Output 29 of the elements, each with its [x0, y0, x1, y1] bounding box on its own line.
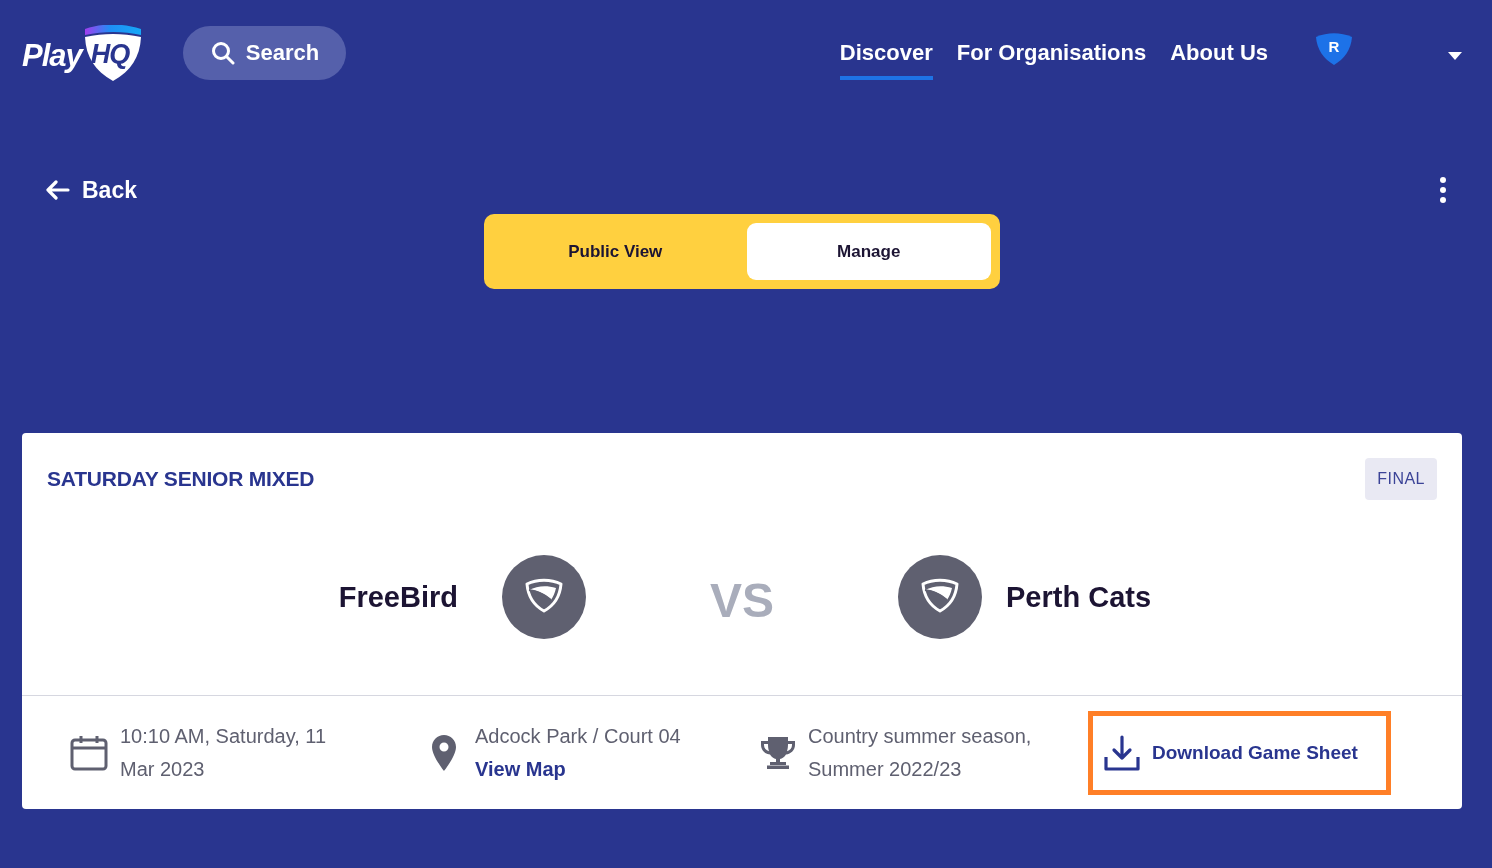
- season-text: Country summer season, Summer 2022/23: [808, 723, 1033, 782]
- nav-link[interactable]: About Us: [1170, 39, 1268, 80]
- calendar-icon: [70, 734, 108, 771]
- view-toggle-option[interactable]: Manage: [746, 223, 991, 280]
- venue-text: Adcock Park / Court 04: [475, 723, 681, 749]
- search-icon: [210, 41, 235, 65]
- download-game-sheet-button[interactable]: Download Game Sheet: [1088, 710, 1391, 795]
- shield-icon: [898, 555, 982, 639]
- view-toggle-option[interactable]: Public View: [493, 223, 738, 280]
- status-badge: FINAL: [1365, 458, 1437, 500]
- view-map-link[interactable]: View Map: [475, 752, 566, 786]
- caret-icon[interactable]: [1448, 52, 1462, 60]
- arrow-left-icon: [45, 180, 70, 200]
- nav-link[interactable]: For Organisations: [956, 39, 1147, 80]
- trophy-icon: [760, 736, 796, 769]
- away-team-name: Perth Cats: [1006, 580, 1152, 614]
- nav-link[interactable]: Discover: [839, 39, 933, 80]
- competition-title: SATURDAY SENIOR MIXED: [47, 467, 315, 491]
- versus-text: VS: [710, 572, 774, 628]
- date-time-text: 10:10 AM, Saturday, 11 Mar 2023: [120, 723, 328, 782]
- logo[interactable]: Play HQ: [22, 25, 141, 81]
- search-button[interactable]: Search: [182, 26, 347, 80]
- back-button[interactable]: Back: [45, 176, 137, 204]
- download-icon: [1104, 734, 1140, 771]
- more-options-icon[interactable]: [1440, 177, 1446, 203]
- location-pin-icon: [432, 734, 456, 771]
- shield-icon: [502, 555, 586, 639]
- home-team-name: FreeBird: [338, 580, 458, 614]
- user-avatar[interactable]: R: [1316, 33, 1352, 65]
